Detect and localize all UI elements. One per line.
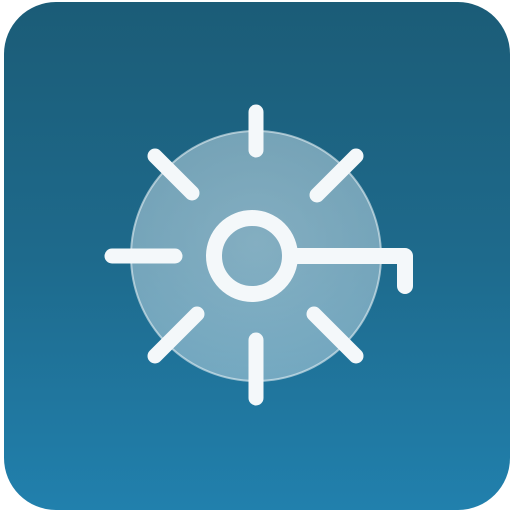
sun-key-icon xyxy=(104,104,413,406)
icon-canvas xyxy=(0,0,512,512)
